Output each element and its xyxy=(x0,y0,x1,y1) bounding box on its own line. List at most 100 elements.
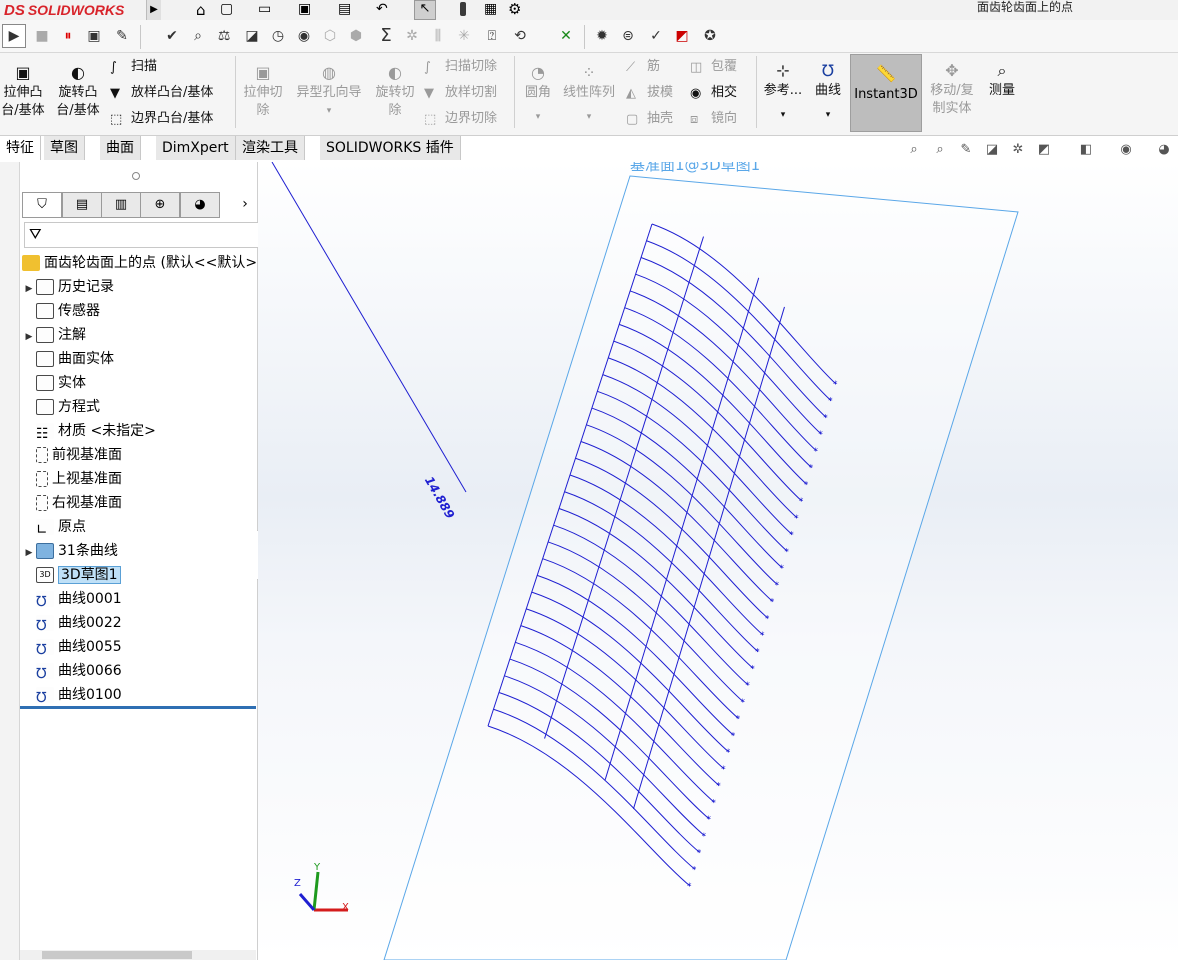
wrap-button[interactable]: ◫ 包覆 xyxy=(690,58,737,76)
hole-wizard-button[interactable]: ◍ 异型孔向导 ▾ xyxy=(290,62,368,120)
record-macro-icon[interactable]: ⏸ xyxy=(56,24,80,48)
tree-item-annotations[interactable]: ▶ 注解 xyxy=(22,324,86,346)
loft-cut-button[interactable]: ▼ 放样切割 xyxy=(424,84,497,102)
tree-item-curve[interactable]: ℧ 曲线0022 xyxy=(22,612,122,634)
expand-arrow-icon[interactable]: ▶ xyxy=(22,278,36,300)
fillet-dropdown-icon[interactable]: ▾ xyxy=(518,108,558,126)
tree-item-curve[interactable]: ℧ 曲线0066 xyxy=(22,660,122,682)
extrude-cut-button[interactable]: ▣ 拉伸切除 xyxy=(238,62,288,120)
zoom-to-fit-icon[interactable]: ⌕ xyxy=(904,140,924,160)
pattern-dropdown-icon[interactable]: ▾ xyxy=(558,108,620,126)
tree-item-curve-folder[interactable]: ▶ 31条曲线 xyxy=(22,540,118,562)
model-view[interactable]: ******************************* xyxy=(258,162,1178,960)
curves-button[interactable]: ℧ 曲线 ▾ xyxy=(810,60,846,124)
move-copy-body-button[interactable]: ✥ 移动/复制实体 xyxy=(926,60,978,118)
sketch-point-marker[interactable]: * xyxy=(799,497,804,507)
rollback-bar[interactable] xyxy=(20,706,256,709)
sketch-point-marker[interactable]: * xyxy=(745,681,750,691)
tab-sketch[interactable]: 草图 xyxy=(44,136,85,160)
sketch-point-marker[interactable]: * xyxy=(697,849,702,859)
options-gear-icon[interactable]: ⚙ xyxy=(508,0,521,18)
tab-surfaces[interactable]: 曲面 xyxy=(100,136,141,160)
sketch-point-marker[interactable]: * xyxy=(726,748,731,758)
tree-horizontal-scrollbar[interactable] xyxy=(20,950,256,960)
display-manager-tab-icon[interactable]: ◕ xyxy=(180,192,220,218)
mirror-button[interactable]: ⧈ 镜向 xyxy=(690,110,737,128)
instant3d-button[interactable]: 📏 Instant3D xyxy=(850,54,922,132)
section-properties-icon[interactable]: ◪ xyxy=(240,24,264,48)
rebuild-icon[interactable]: ⟲ xyxy=(508,24,532,48)
sketch-point-marker[interactable]: * xyxy=(804,480,809,490)
undo-icon[interactable]: ↶ xyxy=(376,1,388,17)
sketch-point-marker[interactable]: * xyxy=(770,598,775,608)
curves-dropdown-icon[interactable]: ▾ xyxy=(810,106,846,124)
costing-icon[interactable]: ✪ xyxy=(698,24,722,48)
configuration-manager-tab-icon[interactable]: ▥ xyxy=(101,192,141,218)
tree-item-history[interactable]: ▶ 历史记录 xyxy=(22,276,114,298)
new-document-icon[interactable]: ▢ xyxy=(220,1,233,17)
tree-filter[interactable]: ⛛ xyxy=(24,222,280,248)
scrollbar-thumb[interactable] xyxy=(42,951,192,959)
sketch-point-marker[interactable]: * xyxy=(823,413,828,423)
feature-manager-tab-icon[interactable]: ⛉ xyxy=(22,192,62,218)
open-icon[interactable]: ▭ xyxy=(258,1,271,17)
more-tabs-chevron-icon[interactable]: › xyxy=(236,192,254,216)
sketch-point-marker[interactable]: * xyxy=(794,514,799,524)
fillet-button[interactable]: ◔ 圆角 ▾ xyxy=(518,62,558,126)
traffic-light-icon[interactable] xyxy=(460,2,466,16)
tree-item-origin[interactable]: ∟ 原点 xyxy=(22,516,86,538)
shell-button[interactable]: ▢ 抽壳 xyxy=(626,110,673,128)
design-checker-icon[interactable]: ◩ xyxy=(670,24,694,48)
hide-show-items-icon[interactable]: ◉ xyxy=(1116,140,1136,160)
reference-dropdown-icon[interactable]: ▾ xyxy=(760,106,806,124)
tree-item-curve[interactable]: ℧ 曲线0001 xyxy=(22,588,122,610)
parting-line-icon[interactable]: ✳ xyxy=(452,24,476,48)
sketch-point-marker[interactable]: * xyxy=(741,698,746,708)
revolve-boss-button[interactable]: ◐ 旋转凸台/基体 xyxy=(53,62,103,120)
sketch-point-marker[interactable]: * xyxy=(687,882,692,892)
rib-button[interactable]: ⟋ 筋 xyxy=(626,58,660,76)
measure-small-icon[interactable]: ⌕ xyxy=(186,24,210,48)
sketch-point-marker[interactable]: * xyxy=(779,564,784,574)
previous-view-icon[interactable]: ✎ xyxy=(956,140,976,160)
sketch-point-marker[interactable]: * xyxy=(809,464,814,474)
excel-icon[interactable]: ✕ xyxy=(554,24,578,48)
dimxpert-manager-tab-icon[interactable]: ⊕ xyxy=(140,192,180,218)
tab-solidworks-addins[interactable]: SOLIDWORKS 插件 xyxy=(320,136,461,160)
spell-check-icon[interactable]: ✔ xyxy=(160,24,184,48)
tree-item-equations[interactable]: 方程式 xyxy=(22,396,100,418)
undercut-icon[interactable]: ⫼ xyxy=(426,24,450,48)
graphics-viewport[interactable]: * * * * * * * * * * * * * * * * * * * * * * * * * * * * * * * 基准面1@3D草… xyxy=(258,162,1178,960)
sketch-point-marker[interactable]: * xyxy=(750,664,755,674)
sketch-point-marker[interactable]: * xyxy=(775,581,780,591)
sketch-point-marker[interactable]: * xyxy=(833,380,838,390)
sweep-button[interactable]: ∫ 扫描 xyxy=(110,58,157,76)
sweep-cut-button[interactable]: ∫ 扫描切除 xyxy=(424,58,497,76)
reference-icon[interactable]: ⍰ xyxy=(480,24,504,48)
sketch-point-marker[interactable]: * xyxy=(716,782,721,792)
zoom-to-area-icon[interactable]: ⌕ xyxy=(930,140,950,160)
sketch-point-marker[interactable]: * xyxy=(818,430,823,440)
tree-item-top-plane[interactable]: 上视基准面 xyxy=(22,468,122,490)
run-macro-icon[interactable]: ▶ xyxy=(2,24,26,48)
tree-item-front-plane[interactable]: 前视基准面 xyxy=(22,444,122,466)
solidworks-logo[interactable]: DS SOLIDWORKS xyxy=(4,0,124,20)
draft-button[interactable]: ◭ 拔模 xyxy=(626,84,673,102)
appearance-icon[interactable]: ◕ xyxy=(1154,140,1174,160)
save-icon[interactable]: ▣ xyxy=(298,1,311,17)
stop-macro-icon[interactable]: ■ xyxy=(30,24,54,48)
tree-item-right-plane[interactable]: 右视基准面 xyxy=(22,492,122,514)
sketch-point-marker[interactable]: * xyxy=(765,614,770,624)
tab-features[interactable]: 特征 xyxy=(0,136,41,160)
menu-expand-arrow-icon[interactable]: ▶ xyxy=(146,0,161,20)
sketch-point-marker[interactable]: * xyxy=(706,815,711,825)
sketch-point-marker[interactable]: * xyxy=(814,447,819,457)
intersect-button[interactable]: ◉ 相交 xyxy=(690,84,737,102)
sketch-point-marker[interactable]: * xyxy=(731,731,736,741)
tab-dimxpert[interactable]: DimXpert xyxy=(156,136,236,160)
dynamic-annotation-icon[interactable]: ✲ xyxy=(1008,140,1028,160)
verify-icon[interactable]: ✓ xyxy=(644,24,668,48)
file-properties-icon[interactable]: ▦ xyxy=(484,1,497,17)
tree-item-surface-bodies[interactable]: 曲面实体 xyxy=(22,348,114,370)
sketch-point-marker[interactable]: * xyxy=(760,631,765,641)
